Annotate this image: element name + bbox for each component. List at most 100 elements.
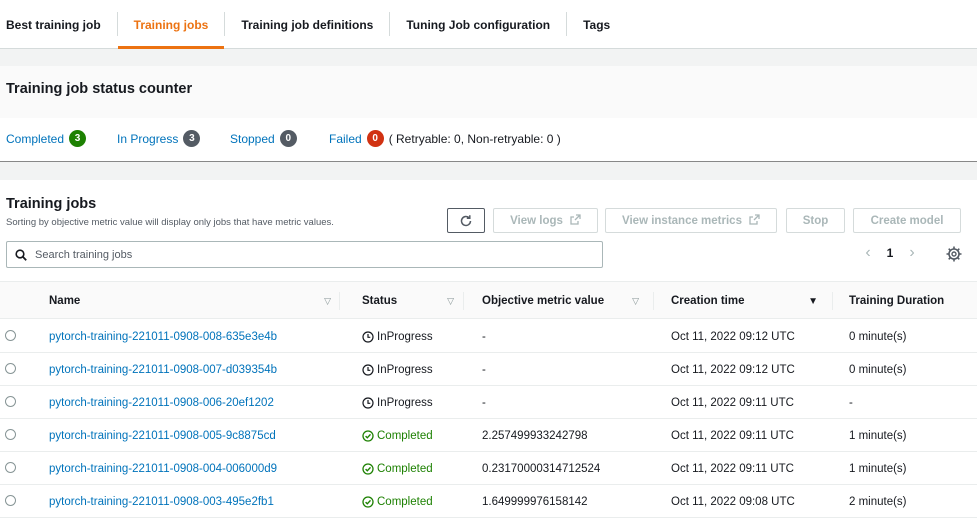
table-row[interactable]: pytorch-training-221011-0908-004-006000d… xyxy=(0,452,977,485)
status-text: InProgress xyxy=(377,363,433,376)
view-logs-button[interactable]: View logs xyxy=(493,208,598,233)
training-jobs-description: Sorting by objective metric value will d… xyxy=(6,217,334,228)
search-icon xyxy=(15,248,27,261)
previous-page-icon[interactable]: ‹ xyxy=(858,244,878,262)
failed-link[interactable]: Failed xyxy=(329,132,362,146)
check-circle-icon xyxy=(362,429,374,442)
stop-button[interactable]: Stop xyxy=(786,208,845,233)
table-row[interactable]: pytorch-training-221011-0908-003-495e2fb… xyxy=(0,485,977,518)
training-job-name-link[interactable]: pytorch-training-221011-0908-006-20ef120… xyxy=(49,397,274,409)
create-model-label: Create model xyxy=(870,214,944,227)
stopped-link[interactable]: Stopped xyxy=(230,132,275,146)
training-job-name-link[interactable]: pytorch-training-221011-0908-004-006000d… xyxy=(49,463,277,475)
tab-label: Training job definitions xyxy=(241,17,374,32)
tab-training-jobs[interactable]: Training jobs xyxy=(117,0,225,49)
current-page-number[interactable]: 1 xyxy=(878,246,902,260)
check-circle-icon xyxy=(362,495,374,508)
column-header-label: Status xyxy=(362,295,398,307)
training-duration: 1 minute(s) xyxy=(849,429,907,442)
status-indicator: Completed xyxy=(362,430,433,442)
column-header-label: Creation time xyxy=(671,295,745,307)
table-header: Name ▽ Status ▽ Objective metric value ▽… xyxy=(0,281,977,319)
column-header-name[interactable]: Name ▽ xyxy=(49,282,339,320)
pagination: ‹ 1 › xyxy=(858,244,922,262)
objective-metric-value: 2.257499933242798 xyxy=(482,429,588,442)
column-divider xyxy=(832,292,833,310)
failed-retry-detail: ( Retryable: 0, Non-retryable: 0 ) xyxy=(388,131,561,146)
status-indicator: InProgress xyxy=(362,364,433,376)
tab-label: Best training job xyxy=(6,17,101,32)
column-divider xyxy=(339,292,340,310)
create-model-button[interactable]: Create model xyxy=(853,208,961,233)
objective-metric-value: 1.649999976158142 xyxy=(482,495,588,508)
status-failed: Failed 0 ( Retryable: 0, Non-retryable: … xyxy=(329,130,561,147)
completed-link[interactable]: Completed xyxy=(6,132,64,146)
creation-time: Oct 11, 2022 09:08 UTC xyxy=(671,495,795,508)
stop-label: Stop xyxy=(802,214,829,227)
row-select-radio[interactable] xyxy=(5,363,16,374)
objective-metric-value: - xyxy=(482,396,486,409)
status-text: Completed xyxy=(377,462,433,475)
stopped-count-badge: 0 xyxy=(279,130,297,147)
column-header-creation-time[interactable]: Creation time ▼ xyxy=(671,282,826,320)
sort-descending-icon: ▼ xyxy=(808,295,818,307)
row-select-radio[interactable] xyxy=(5,396,16,407)
training-job-name-link[interactable]: pytorch-training-221011-0908-008-635e3e4… xyxy=(49,331,277,343)
training-duration: 0 minute(s) xyxy=(849,363,907,376)
search-box xyxy=(6,241,603,268)
tab-label: Training jobs xyxy=(133,17,209,32)
gear-icon[interactable] xyxy=(945,245,963,263)
status-text: InProgress xyxy=(377,396,433,409)
column-header-objective-metric[interactable]: Objective metric value ▽ xyxy=(482,282,647,320)
tab-best-training-job[interactable]: Best training job xyxy=(0,0,117,49)
in-progress-link[interactable]: In Progress xyxy=(117,132,178,146)
tab-tags[interactable]: Tags xyxy=(567,0,626,49)
column-header-label: Training Duration xyxy=(849,295,945,307)
external-link-icon xyxy=(749,213,760,228)
clock-icon xyxy=(362,363,374,376)
status-completed: Completed 3 xyxy=(6,130,87,147)
in-progress-count-badge: 3 xyxy=(183,130,201,147)
training-job-name-link[interactable]: pytorch-training-221011-0908-007-d039354… xyxy=(49,364,277,376)
creation-time: Oct 11, 2022 09:11 UTC xyxy=(671,429,794,442)
training-job-name-link[interactable]: pytorch-training-221011-0908-005-9c8875c… xyxy=(49,430,276,442)
table-row[interactable]: pytorch-training-221011-0908-008-635e3e4… xyxy=(0,320,977,353)
training-duration: 0 minute(s) xyxy=(849,330,907,343)
clock-icon xyxy=(362,396,374,409)
status-indicator: InProgress xyxy=(362,331,433,343)
status-text: InProgress xyxy=(377,330,433,343)
tab-training-job-definitions[interactable]: Training job definitions xyxy=(225,0,389,49)
column-header-status[interactable]: Status ▽ xyxy=(362,282,462,320)
column-divider xyxy=(653,292,654,310)
tab-tuning-job-configuration[interactable]: Tuning Job configuration xyxy=(390,0,566,49)
status-indicator: Completed xyxy=(362,463,433,475)
row-select-radio[interactable] xyxy=(5,495,16,506)
column-divider xyxy=(463,292,464,310)
status-indicator: Completed xyxy=(362,496,433,508)
table-row[interactable]: pytorch-training-221011-0908-006-20ef120… xyxy=(0,386,977,419)
row-select-radio[interactable] xyxy=(5,330,16,341)
creation-time: Oct 11, 2022 09:12 UTC xyxy=(671,330,795,343)
objective-metric-value: - xyxy=(482,330,486,343)
status-indicator: InProgress xyxy=(362,397,433,409)
row-select-radio[interactable] xyxy=(5,429,16,440)
training-job-name-link[interactable]: pytorch-training-221011-0908-003-495e2fb… xyxy=(49,496,274,508)
column-header-training-duration[interactable]: Training Duration xyxy=(849,282,977,320)
table-row[interactable]: pytorch-training-221011-0908-005-9c8875c… xyxy=(0,419,977,452)
tab-label: Tags xyxy=(583,17,611,32)
search-input[interactable] xyxy=(35,248,575,261)
column-header-label: Name xyxy=(49,295,81,307)
refresh-button[interactable] xyxy=(447,208,485,233)
training-duration: - xyxy=(849,396,853,409)
view-instance-metrics-button[interactable]: View instance metrics xyxy=(605,208,777,233)
clock-icon xyxy=(362,330,374,343)
training-duration: 1 minute(s) xyxy=(849,462,907,475)
training-jobs-panel: Training jobs Sorting by objective metri… xyxy=(0,180,977,520)
table-row[interactable]: pytorch-training-221011-0908-007-d039354… xyxy=(0,353,977,386)
row-select-radio[interactable] xyxy=(5,462,16,473)
sort-caret-icon: ▽ xyxy=(324,295,331,306)
next-page-icon[interactable]: › xyxy=(902,244,922,262)
status-stopped: Stopped 0 xyxy=(230,130,297,147)
training-jobs-title: Training jobs xyxy=(6,196,97,212)
status-counter-header: Training job status counter xyxy=(0,66,977,118)
